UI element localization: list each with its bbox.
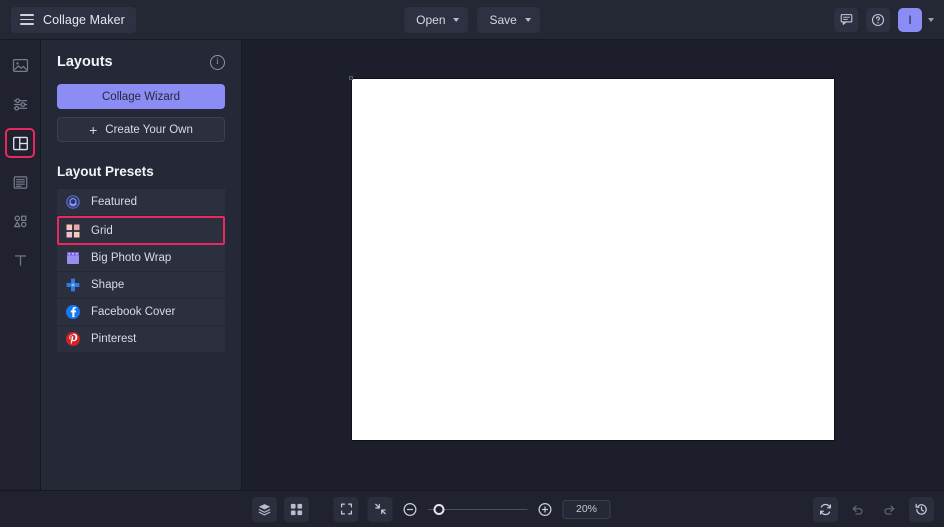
help-button[interactable] — [866, 7, 890, 32]
reset-icon — [820, 503, 831, 515]
preset-shape[interactable]: Shape — [57, 272, 225, 299]
bottom-left-tools — [252, 496, 309, 522]
rail-item-background[interactable] — [5, 167, 35, 197]
collage-wizard-button[interactable]: Collage Wizard — [57, 84, 225, 109]
zoom-level-input[interactable]: 20% — [562, 499, 611, 519]
history-icon — [915, 503, 927, 515]
layout-presets-title: Layout Presets — [57, 164, 154, 179]
image-icon — [12, 58, 28, 72]
zoom-in-button[interactable] — [537, 501, 554, 518]
preset-featured[interactable]: Featured — [57, 189, 225, 216]
zoom-in-icon — [538, 502, 552, 516]
reset-button[interactable] — [813, 496, 838, 522]
preset-pinterest[interactable]: Pinterest — [57, 326, 225, 353]
collage-canvas[interactable] — [349, 75, 835, 441]
redo-button[interactable] — [877, 497, 902, 522]
create-your-own-button[interactable]: + Create Your Own — [57, 117, 225, 142]
preset-facebook-cover[interactable]: Facebook Cover — [57, 299, 225, 326]
open-label: Open — [416, 12, 446, 27]
preset-label: Big Photo Wrap — [91, 252, 172, 264]
layout-icon — [12, 136, 28, 150]
zoom-level-value: 20% — [575, 503, 597, 515]
fit-to-screen-icon — [374, 503, 386, 515]
preset-label: Pinterest — [91, 333, 137, 345]
background-icon — [13, 175, 27, 189]
fit-to-screen-button[interactable] — [367, 496, 393, 522]
zoom-slider-knob[interactable] — [433, 504, 445, 515]
panel-header: Layouts i — [57, 54, 225, 70]
chevron-down-icon — [524, 17, 531, 22]
bottom-bar: 20% — [0, 490, 944, 527]
save-label: Save — [489, 12, 517, 27]
zoom-controls: 20% — [333, 496, 611, 522]
tool-rail — [0, 40, 41, 490]
undo-icon — [852, 504, 863, 515]
zoom-slider[interactable] — [427, 501, 528, 517]
facebook-icon — [65, 304, 81, 320]
history-button[interactable] — [909, 496, 934, 522]
preset-label: Shape — [91, 279, 125, 291]
avatar-initial: I — [908, 12, 912, 27]
collage-maker-app: Collage Maker Open Save I Layouts i Coll… — [0, 0, 944, 527]
app-title: Collage Maker — [43, 12, 125, 27]
help-circle-icon — [871, 13, 885, 26]
preset-label: Featured — [91, 196, 138, 208]
rail-item-shapes[interactable] — [5, 206, 35, 236]
rail-item-layouts[interactable] — [5, 128, 35, 158]
sliders-icon — [13, 97, 27, 111]
top-center-actions: Open Save — [404, 6, 540, 33]
save-button[interactable]: Save — [477, 6, 540, 33]
layout-presets-list: Featured Grid Big Photo Wrap Shape Faceb… — [57, 189, 225, 353]
top-bar: Collage Maker Open Save I — [0, 0, 944, 40]
big-photo-wrap-icon — [65, 250, 81, 266]
preset-big-photo-wrap[interactable]: Big Photo Wrap — [57, 245, 225, 272]
app-body: Layouts i Collage Wizard + Create Your O… — [0, 40, 944, 490]
preset-label: Grid — [91, 224, 113, 237]
open-button[interactable]: Open — [404, 6, 469, 33]
comment-icon — [840, 14, 852, 25]
fullscreen-icon — [340, 503, 352, 515]
chevron-down-icon[interactable] — [928, 17, 934, 22]
preset-grid[interactable]: Grid — [57, 216, 225, 245]
redo-icon — [884, 504, 895, 515]
zoom-out-icon — [403, 502, 417, 516]
hamburger-icon — [20, 14, 34, 25]
rail-item-text[interactable] — [5, 245, 35, 275]
canvas-handle[interactable] — [349, 75, 353, 80]
fullscreen-button[interactable] — [333, 496, 359, 522]
layers-icon — [258, 503, 271, 515]
create-your-own-label: Create Your Own — [105, 123, 193, 136]
text-icon — [14, 254, 26, 266]
plus-icon: + — [89, 121, 98, 138]
chevron-down-icon — [453, 17, 460, 22]
rail-item-adjust[interactable] — [5, 89, 35, 119]
comment-button[interactable] — [834, 7, 858, 32]
grid-view-icon — [290, 503, 303, 515]
shapes-icon — [13, 215, 26, 227]
shape-cross-icon — [65, 277, 81, 293]
layers-button[interactable] — [252, 496, 277, 522]
history-controls — [813, 496, 934, 522]
canvas-area[interactable] — [242, 40, 944, 490]
pinterest-icon — [65, 331, 81, 347]
preset-label: Facebook Cover — [91, 306, 176, 318]
info-icon[interactable]: i — [210, 54, 225, 70]
app-menu-button[interactable]: Collage Maker — [11, 6, 136, 33]
featured-badge-icon — [65, 194, 81, 210]
panel-title: Layouts — [57, 54, 113, 70]
rail-item-images[interactable] — [5, 50, 35, 80]
layouts-panel: Layouts i Collage Wizard + Create Your O… — [41, 40, 242, 490]
grid-view-button[interactable] — [284, 496, 309, 522]
top-right-actions: I — [834, 7, 934, 32]
grid-icon — [65, 223, 81, 239]
zoom-out-button[interactable] — [402, 501, 419, 518]
undo-button[interactable] — [845, 497, 870, 522]
avatar[interactable]: I — [898, 7, 922, 32]
